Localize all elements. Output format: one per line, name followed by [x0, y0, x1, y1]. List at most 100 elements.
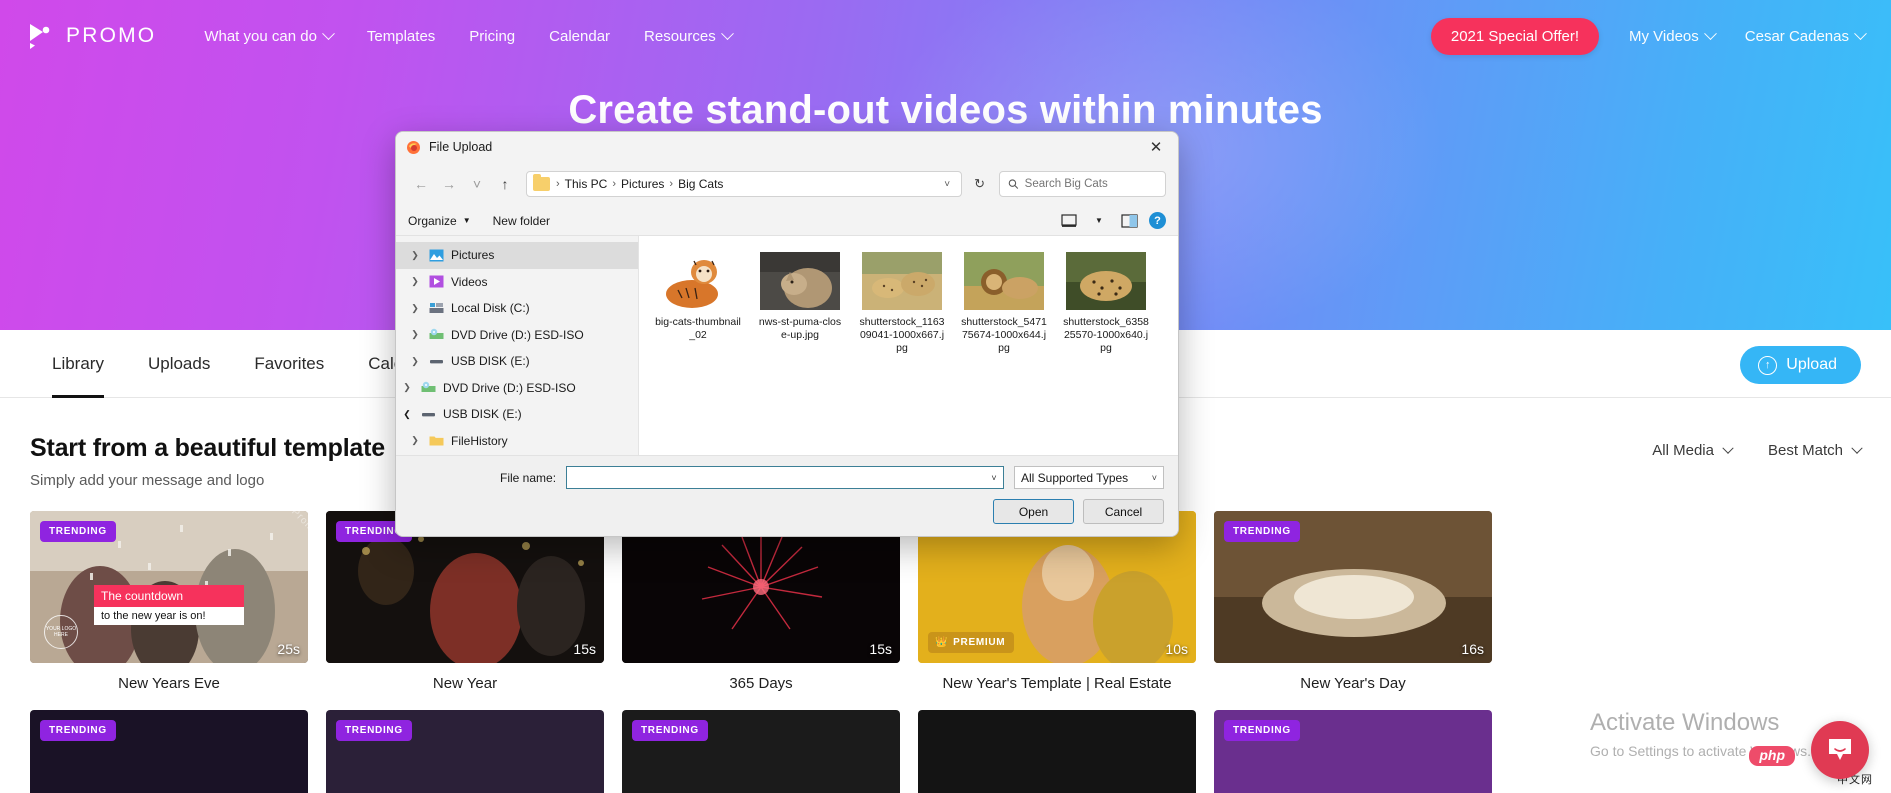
upload-button[interactable]: ↑ Upload [1740, 346, 1861, 384]
tree-item-dvd-drive-d[interactable]: ❯ DVD Drive (D:) ESD-ISO [396, 322, 638, 349]
videos-icon [428, 274, 445, 289]
chevron-right-icon[interactable]: ❯ [408, 329, 422, 340]
file-type-select[interactable]: All Supported Types ˅ [1014, 466, 1164, 489]
dialog-title: File Upload [429, 140, 493, 154]
view-mode-icon[interactable] [1059, 212, 1079, 230]
template-card[interactable]: 15s 365 Days [622, 511, 900, 692]
usb-icon [428, 354, 445, 369]
template-thumbnail[interactable]: TRENDING [1214, 710, 1492, 793]
file-name-input[interactable] [567, 467, 985, 488]
template-thumbnail[interactable]: TRENDING Promo YOUR LOGO HERE The countd… [30, 511, 308, 663]
file-thumbnail [658, 252, 738, 310]
file-name-label: shutterstock_116309041-1000x667.jpg [859, 316, 945, 355]
nav-pricing[interactable]: Pricing [469, 28, 515, 45]
template-card[interactable]: TRENDING Promo YOUR LOGO HERE The countd… [30, 511, 308, 692]
account-menu[interactable]: Cesar Cadenas [1744, 26, 1867, 45]
template-card[interactable]: TRENDING 16s New Year's Day [1214, 511, 1492, 692]
search-box[interactable] [999, 171, 1166, 197]
open-button[interactable]: Open [993, 499, 1074, 524]
navigation-tree[interactable]: ❯ Pictures ❯ Videos ❯ Local Disk (C:) ❯ … [396, 236, 639, 455]
breadcrumb-big-cats[interactable]: Big Cats [675, 177, 726, 191]
filter-all-media[interactable]: All Media [1652, 442, 1734, 459]
filter-best-match[interactable]: Best Match [1768, 442, 1863, 459]
organize-label: Organize [408, 213, 457, 228]
template-thumbnail[interactable]: TRENDING [30, 710, 308, 793]
chevron-right-icon[interactable]: ❯ [408, 435, 422, 446]
template-thumbnail[interactable] [918, 710, 1196, 793]
chevron-right-icon[interactable]: ❯ [408, 303, 422, 314]
help-icon[interactable]: ? [1149, 212, 1166, 229]
file-name-dropdown-icon[interactable]: ˅ [985, 467, 1003, 488]
trending-badge: TRENDING [40, 720, 116, 741]
preview-pane-icon[interactable] [1119, 212, 1139, 230]
promo-logo[interactable]: PROMO [26, 21, 156, 51]
breadcrumb-this-pc[interactable]: This PC [562, 177, 611, 191]
file-name-input-wrapper[interactable]: ˅ [566, 466, 1004, 489]
tree-item-usb-disk-e-root[interactable]: ❮ USB DISK (E:) [396, 401, 638, 428]
up-icon[interactable]: ↑ [492, 171, 518, 197]
file-tile[interactable]: big-cats-thumbnail_02 [655, 252, 741, 355]
tree-item-local-disk-c[interactable]: ❯ Local Disk (C:) [396, 295, 638, 322]
cancel-button[interactable]: Cancel [1083, 499, 1164, 524]
tree-item-dvd-drive-d-root[interactable]: ❯ DVD Drive (D:) ESD-ISO [396, 375, 638, 402]
file-tile[interactable]: shutterstock_547175674-1000x644.jpg [961, 252, 1047, 355]
file-tile[interactable]: nws-st-puma-close-up.jpg [757, 252, 843, 355]
organize-button[interactable]: Organize ▼ [408, 214, 471, 228]
template-card[interactable]: TRENDING [622, 710, 900, 793]
view-dropdown-icon[interactable]: ▼ [1089, 212, 1109, 230]
dialog-buttons: Open Cancel [410, 499, 1164, 524]
template-thumbnail[interactable]: TRENDING 16s [1214, 511, 1492, 663]
nav-label: Resources [644, 27, 716, 45]
account-label: Cesar Cadenas [1744, 27, 1849, 45]
forward-icon[interactable]: → [436, 171, 462, 197]
nav-resources[interactable]: Resources [644, 26, 734, 45]
template-card[interactable] [918, 710, 1196, 793]
nav-what-you-can-do[interactable]: What you can do [204, 26, 335, 45]
template-caption: The countdown to the new year is on! [94, 585, 244, 625]
close-icon[interactable]: ✕ [1134, 132, 1178, 162]
nav-calendar[interactable]: Calendar [549, 28, 610, 45]
pictures-icon [428, 248, 445, 263]
breadcrumb-pictures[interactable]: Pictures [618, 177, 667, 191]
chevron-right-icon[interactable]: ❯ [408, 276, 422, 287]
breadcrumb-dropdown-icon[interactable]: ˅ [937, 179, 957, 190]
back-icon[interactable]: ← [408, 171, 434, 197]
template-card[interactable]: TRENDING [30, 710, 308, 793]
tab-library[interactable]: Library [30, 330, 126, 398]
refresh-icon[interactable]: ↻ [970, 176, 989, 192]
file-tile[interactable]: shutterstock_635825570-1000x640.jpg [1063, 252, 1149, 355]
tree-item-pictures[interactable]: ❯ Pictures [396, 242, 638, 269]
nav-templates[interactable]: Templates [367, 28, 435, 45]
file-tile[interactable]: shutterstock_116309041-1000x667.jpg [859, 252, 945, 355]
template-thumbnail[interactable]: TRENDING [326, 710, 604, 793]
template-card[interactable]: 👑 PREMIUM 10s New Year's Template | Real… [918, 511, 1196, 692]
template-card[interactable]: TRENDING [1214, 710, 1492, 793]
file-name-label: shutterstock_547175674-1000x644.jpg [961, 316, 1047, 355]
template-thumbnail[interactable]: TRENDING [622, 710, 900, 793]
chevron-right-icon[interactable]: ❯ [400, 382, 414, 393]
premium-badge: 👑 PREMIUM [928, 632, 1015, 653]
chat-support-button[interactable] [1811, 721, 1869, 779]
my-videos-label: My Videos [1629, 27, 1699, 45]
tree-item-label: DVD Drive (D:) ESD-ISO [451, 327, 584, 342]
new-folder-button[interactable]: New folder [493, 214, 550, 228]
breadcrumb[interactable]: › This PC › Pictures › Big Cats ˅ [526, 171, 963, 197]
tab-favorites[interactable]: Favorites [232, 330, 346, 398]
tab-uploads[interactable]: Uploads [126, 330, 232, 398]
my-videos-menu[interactable]: My Videos [1629, 26, 1717, 45]
chevron-down-icon[interactable]: ❮ [400, 409, 414, 420]
template-card[interactable]: TRENDING [326, 710, 604, 793]
tree-item-usb-disk-e[interactable]: ❯ USB DISK (E:) [396, 348, 638, 375]
chevron-right-icon[interactable]: ❯ [408, 250, 422, 261]
chevron-right-icon[interactable]: ❯ [408, 356, 422, 367]
trending-badge: TRENDING [40, 521, 116, 542]
tree-item-videos[interactable]: ❯ Videos [396, 269, 638, 296]
duration-label: 10s [1165, 641, 1188, 657]
template-card[interactable]: TRENDING 15s New Year [326, 511, 604, 692]
special-offer-button[interactable]: 2021 Special Offer! [1430, 17, 1599, 55]
tree-item-filehistory[interactable]: ❯ FileHistory [396, 428, 638, 455]
template-title: New Year's Template | Real Estate [942, 675, 1172, 692]
search-input[interactable] [1024, 178, 1157, 190]
recent-locations-icon[interactable]: ˅ [464, 171, 490, 197]
file-list[interactable]: big-cats-thumbnail_02 nws-st-puma-close-… [639, 236, 1178, 455]
